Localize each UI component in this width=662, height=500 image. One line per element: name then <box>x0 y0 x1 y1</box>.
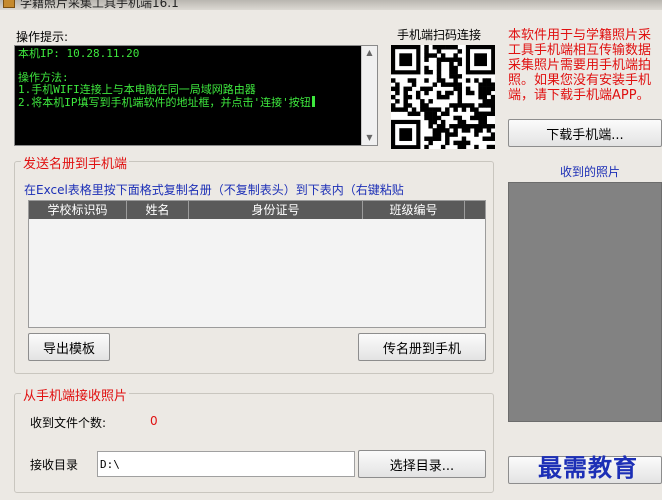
info-line: 本软件用于与学籍照片采 <box>508 28 652 43</box>
column-header-filler <box>465 201 485 219</box>
info-text: 本软件用于与学籍照片采 工具手机端相互传输数据 采集照片需要用手机端拍 照。如果… <box>508 28 662 104</box>
roster-table[interactable]: 学校标识码 姓名 身份证号 班级编号 <box>28 200 486 328</box>
column-header[interactable]: 姓名 <box>127 201 189 219</box>
receive-photos-group <box>14 393 494 493</box>
console-ip-line: 本机IP: 10.28.11.20 <box>18 48 140 60</box>
tips-label: 操作提示: <box>16 30 69 44</box>
choose-dir-button[interactable]: 选择目录... <box>358 450 486 478</box>
table-header: 学校标识码 姓名 身份证号 班级编号 <box>29 201 485 219</box>
info-line: 照。如果您没有安装手机 <box>508 73 652 88</box>
qr-label: 手机端扫码连接 <box>397 28 482 42</box>
console-scrollbar[interactable]: ▲ ▼ <box>361 46 377 145</box>
received-photos-panel[interactable] <box>508 182 662 422</box>
window-title: 学籍照片采集工具手机端16.1 <box>20 0 179 10</box>
download-mobile-button[interactable]: 下载手机端... <box>508 119 662 147</box>
watermark: 最需教育 <box>538 453 638 482</box>
console-step-1: 1.手机WIFI连接上与本电脑在同一局域网路由器 <box>18 83 256 96</box>
info-line: 采集照片需要用手机端拍 <box>508 58 652 73</box>
console-step-2: 2.将本机IP填写到手机端软件的地址框，并点击'连接'按钮 <box>18 96 311 109</box>
table-body[interactable] <box>29 219 485 327</box>
column-header[interactable]: 身份证号 <box>189 201 363 219</box>
column-header[interactable]: 学校标识码 <box>29 201 127 219</box>
info-line: 工具手机端相互传输数据 <box>508 43 652 58</box>
tips-console[interactable]: 本机IP: 10.28.11.20 操作方法: 1.手机WIFI连接上与本电脑在… <box>14 45 378 146</box>
title-bar: 学籍照片采集工具手机端16.1 <box>0 0 662 10</box>
photos-label: 收到的照片 <box>560 165 621 179</box>
receive-group-title: 从手机端接收照片 <box>21 385 130 404</box>
text-cursor <box>311 96 315 107</box>
received-count-label: 收到文件个数: <box>30 416 107 430</box>
send-group-title: 发送名册到手机端 <box>21 153 130 172</box>
receive-dir-field[interactable] <box>97 451 355 477</box>
column-header[interactable]: 班级编号 <box>363 201 465 219</box>
receive-dir-label: 接收目录 <box>30 458 79 472</box>
qr-code <box>391 45 496 150</box>
paste-instruction: 在Excel表格里按下面格式复制名册（不复制表头）到下表内（右键粘贴 <box>24 183 404 197</box>
received-count-value: 0 <box>150 414 158 428</box>
app-icon <box>3 0 15 8</box>
scroll-down-icon[interactable]: ▼ <box>362 131 377 145</box>
scroll-up-icon[interactable]: ▲ <box>362 46 377 60</box>
export-template-button[interactable]: 导出模板 <box>28 333 110 361</box>
send-roster-button[interactable]: 传名册到手机 <box>358 333 486 361</box>
info-line: 端，请下载手机端APP。 <box>508 88 650 103</box>
